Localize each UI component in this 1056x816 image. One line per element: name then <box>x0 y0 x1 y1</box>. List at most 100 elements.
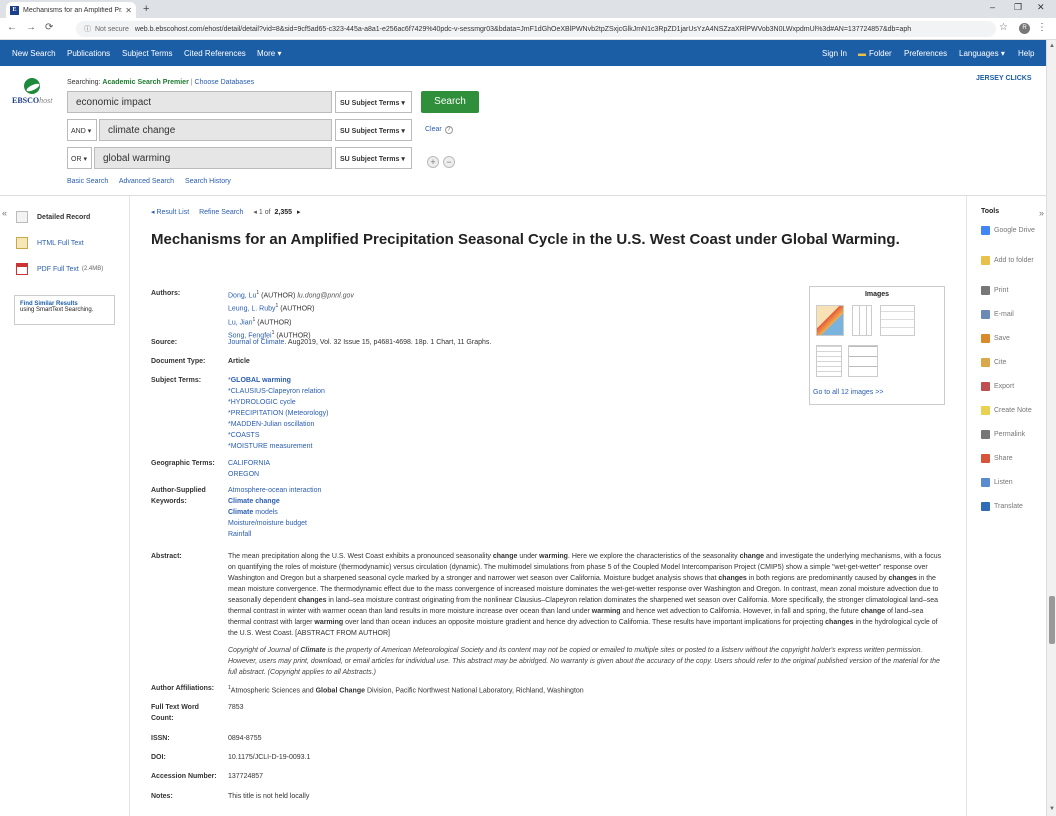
pdf-full-text-link[interactable]: PDF Full Text <box>37 266 79 273</box>
keyword-link[interactable]: Rainfall <box>228 531 251 538</box>
next-result-icon[interactable]: ▸ <box>297 209 301 216</box>
translate-icon <box>981 502 990 511</box>
field-select-3[interactable]: SU Subject Terms ▾ <box>335 147 412 169</box>
image-thumbnail-1[interactable] <box>816 305 844 336</box>
tool-share[interactable]: Share <box>981 454 1036 463</box>
image-thumbnail-5[interactable] <box>848 345 878 377</box>
collapse-left-icon[interactable]: « <box>2 208 7 218</box>
keyword-link[interactable]: Moisture/moisture budget <box>228 520 307 527</box>
keyword-link[interactable]: Climate change <box>228 498 280 505</box>
issn-value: 0894-8755 <box>228 735 262 742</box>
maximize-icon[interactable]: ❐ <box>1014 2 1022 13</box>
subject-term-link[interactable]: *COASTS <box>228 432 260 439</box>
tool-translate[interactable]: Translate <box>981 502 1036 511</box>
nav-publications[interactable]: Publications <box>67 49 110 58</box>
subject-term-link[interactable]: *GLOBAL warming <box>228 377 291 384</box>
tool-e-mail[interactable]: E-mail <box>981 310 1036 319</box>
close-tab-icon[interactable]: ✕ <box>125 6 132 15</box>
reload-icon[interactable]: ⟳ <box>45 22 53 33</box>
tool-export[interactable]: Export <box>981 382 1036 391</box>
author-link[interactable]: Dong, Lu <box>228 292 256 299</box>
result-list-link[interactable]: ◂ Result List <box>151 209 189 216</box>
nav-preferences[interactable]: Preferences <box>904 49 947 58</box>
close-window-icon[interactable]: ✕ <box>1037 2 1045 13</box>
search-input-2[interactable]: climate change <box>99 119 332 141</box>
tool-cite[interactable]: Cite <box>981 358 1036 367</box>
nav-subject-terms[interactable]: Subject Terms <box>122 49 173 58</box>
geographic-term-link[interactable]: CALIFORNIA <box>228 460 270 467</box>
subject-term-link[interactable]: *MADDEN-Julian oscillation <box>228 421 314 428</box>
nav-help[interactable]: Help <box>1018 49 1034 58</box>
author-link[interactable]: Lu, Jian <box>228 319 253 326</box>
html-full-text-item[interactable]: HTML Full Text <box>16 237 84 249</box>
minimize-icon[interactable]: – <box>990 2 995 12</box>
basic-search-link[interactable]: Basic Search <box>67 178 108 185</box>
tool-listen[interactable]: Listen <box>981 478 1036 487</box>
image-thumbnail-3[interactable] <box>880 305 915 336</box>
nav-new-search[interactable]: New Search <box>12 49 56 58</box>
tool-add-to-folder[interactable]: Add to folder <box>981 256 1036 265</box>
field-select-2[interactable]: SU Subject Terms ▾ <box>335 119 412 141</box>
choose-databases-link[interactable]: Choose Databases <box>195 79 255 86</box>
page-scrollbar[interactable]: ▲ ▼ <box>1046 40 1056 816</box>
nav-sign-in[interactable]: Sign In <box>822 49 847 58</box>
search-input-3[interactable]: global warming <box>94 147 332 169</box>
author-link[interactable]: Leung, L. Ruby <box>228 306 275 313</box>
tool-save[interactable]: Save <box>981 334 1036 343</box>
image-thumbnail-4[interactable] <box>816 345 842 377</box>
subject-term-link[interactable]: *MOISTURE measurement <box>228 443 312 450</box>
nav-more[interactable]: More ▾ <box>257 49 281 58</box>
keyword-link[interactable]: Climate models <box>228 509 278 516</box>
scroll-down-icon[interactable]: ▼ <box>1049 806 1055 812</box>
scrollbar-thumb[interactable] <box>1049 596 1055 644</box>
nav-languages[interactable]: Languages ▾ <box>959 49 1005 58</box>
advanced-search-link[interactable]: Advanced Search <box>119 178 174 185</box>
nav-cited-references[interactable]: Cited References <box>184 49 246 58</box>
help-icon[interactable]: ? <box>444 126 453 134</box>
info-icon[interactable]: ⓘ <box>84 24 91 34</box>
boolean-select-3[interactable]: OR ▾ <box>67 147 92 169</box>
subject-term-link[interactable]: *HYDROLOGIC cycle <box>228 399 296 406</box>
journal-link[interactable]: Journal of Climate <box>228 339 284 346</box>
affiliations-label: Author Affiliations: <box>151 685 215 692</box>
clear-link[interactable]: Clear? <box>425 126 453 134</box>
profile-avatar[interactable]: R <box>1019 23 1030 34</box>
nav-folder[interactable]: Folder <box>869 49 892 58</box>
tool-label: Cite <box>994 359 1007 366</box>
subject-term-link[interactable]: *PRECIPITATION (Meteorology) <box>228 410 329 417</box>
html-full-text-link[interactable]: HTML Full Text <box>37 240 84 247</box>
geographic-term-link[interactable]: OREGON <box>228 471 259 478</box>
new-tab-icon[interactable]: + <box>143 3 149 15</box>
collapse-right-icon[interactable]: » <box>1039 208 1044 218</box>
jersey-clicks-branding[interactable]: JERSEY CLICKS <box>976 75 1032 82</box>
ebsco-logo[interactable]: EBSCOhost <box>12 78 54 105</box>
image-thumbnail-2[interactable] <box>852 305 872 336</box>
browser-tab[interactable]: E Mechanisms for an Amplified Pr... ✕ <box>6 2 136 18</box>
boolean-select-2[interactable]: AND ▾ <box>67 119 97 141</box>
find-similar-box[interactable]: Find Similar Results using SmartText Sea… <box>14 295 115 325</box>
remove-row-icon[interactable]: − <box>443 156 455 168</box>
detailed-record-item[interactable]: Detailed Record <box>16 211 90 223</box>
back-icon[interactable]: ← <box>7 22 17 33</box>
tool-create-note[interactable]: Create Note <box>981 406 1036 415</box>
search-links: Basic Search Advanced Search Search Hist… <box>67 178 240 185</box>
forward-icon[interactable]: → <box>26 22 36 33</box>
refine-search-link[interactable]: Refine Search <box>199 209 243 216</box>
url-field[interactable]: ⓘ Not secure web.b.ebscohost.com/ehost/d… <box>76 21 996 37</box>
search-history-link[interactable]: Search History <box>185 178 231 185</box>
tool-google-drive[interactable]: Google Drive <box>981 226 1036 235</box>
listen-icon <box>981 478 990 487</box>
tool-print[interactable]: Print <box>981 286 1036 295</box>
subject-term-link[interactable]: *CLAUSIUS-Clapeyron relation <box>228 388 325 395</box>
tool-permalink[interactable]: Permalink <box>981 430 1036 439</box>
pdf-full-text-item[interactable]: PDF Full Text (2.4MB) <box>16 263 103 275</box>
search-input-1[interactable]: economic impact <box>67 91 332 113</box>
all-images-link[interactable]: Go to all 12 images >> <box>813 389 883 396</box>
browser-menu-icon[interactable]: ⋮ <box>1037 22 1047 33</box>
keyword-link[interactable]: Atmosphere-ocean interaction <box>228 487 321 494</box>
field-select-1[interactable]: SU Subject Terms ▾ <box>335 91 412 113</box>
scroll-up-icon[interactable]: ▲ <box>1049 43 1055 49</box>
bookmark-star-icon[interactable]: ☆ <box>999 22 1008 33</box>
add-row-icon[interactable]: + <box>427 156 439 168</box>
search-button[interactable]: Search <box>421 91 479 113</box>
